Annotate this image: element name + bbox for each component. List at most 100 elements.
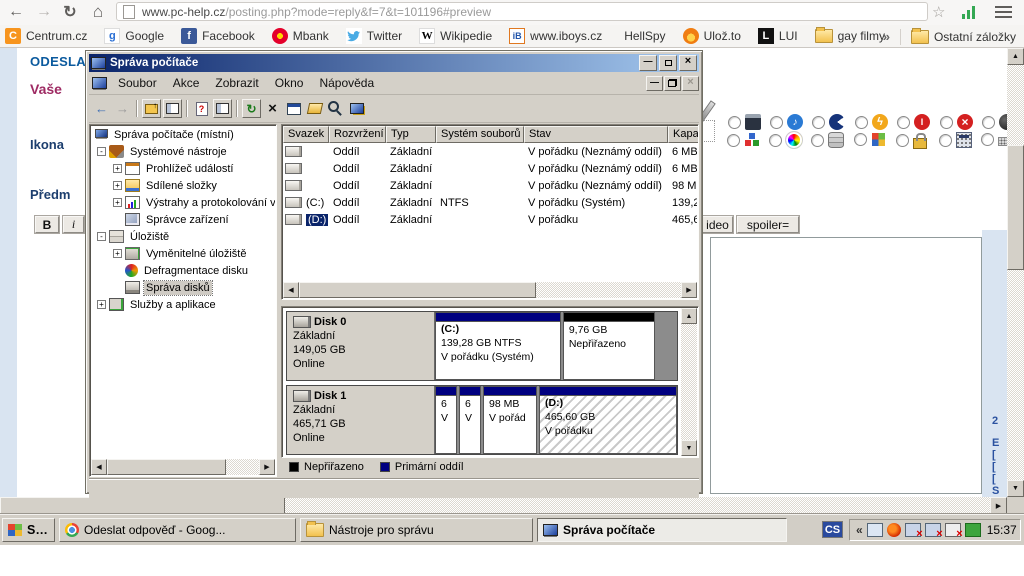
menu-akce[interactable]: Akce — [165, 74, 208, 92]
disk1-info[interactable]: Disk 1 Základní 465,71 GB Online — [287, 386, 435, 454]
bookmark-gay-filmy[interactable]: gay filmy — [815, 29, 885, 43]
bookmarks-overflow-chevron[interactable]: » — [883, 29, 890, 44]
table-row-selected[interactable]: (D:) Oddíl Základní V pořádku 465,60 — [283, 211, 697, 228]
open-folder-icon[interactable] — [305, 99, 324, 118]
bookmark-lui[interactable]: LLUI — [758, 28, 798, 44]
properties-icon[interactable] — [284, 99, 303, 118]
bookmark-facebook[interactable]: fFacebook — [181, 28, 255, 44]
task-computer-management[interactable]: Správa počítače — [537, 518, 787, 542]
back-icon[interactable]: ← — [4, 1, 28, 23]
bookmark-google[interactable]: gGoogle — [104, 28, 164, 44]
scroll-right-icon[interactable]: ▶ — [259, 459, 275, 475]
scroll-left-icon[interactable]: ◀ — [91, 459, 107, 475]
radio-button[interactable] — [981, 133, 994, 146]
tree-item-services[interactable]: +Služby a aplikace — [91, 296, 275, 313]
help-sheet-icon[interactable] — [192, 99, 211, 118]
tree-item-computer-management[interactable]: Správa počítače (místní) — [91, 126, 275, 143]
radio-button[interactable] — [896, 134, 909, 147]
partition-d-selected[interactable]: (D:) 465,60 GB V pořádku — [539, 386, 677, 454]
video-button[interactable]: ideo — [702, 216, 733, 233]
post-icon-option[interactable] — [728, 114, 761, 130]
scroll-up-icon[interactable]: ▲ — [1007, 48, 1024, 65]
radio-button[interactable] — [854, 133, 867, 146]
extension-bars-icon[interactable] — [962, 6, 978, 19]
start-button[interactable]: Start — [2, 518, 55, 542]
post-icon-option[interactable] — [727, 132, 760, 148]
message-textarea[interactable] — [710, 237, 982, 494]
radio-button[interactable] — [940, 116, 953, 129]
scroll-right-icon[interactable]: ▶ — [990, 497, 1007, 514]
post-icon-option[interactable] — [770, 114, 803, 130]
home-icon[interactable]: ⌂ — [86, 1, 110, 23]
post-icon-option[interactable] — [897, 114, 930, 130]
radio-button[interactable] — [812, 116, 825, 129]
radio-button[interactable] — [982, 116, 995, 129]
antivirus-icon[interactable] — [887, 523, 901, 537]
post-icon-option[interactable] — [854, 132, 886, 147]
child-close-button[interactable]: × — [682, 76, 699, 91]
other-bookmarks-label[interactable]: Ostatní záložky — [934, 30, 1016, 44]
bookmark-centrum[interactable]: CCentrum.cz — [5, 28, 87, 44]
show-tree-button[interactable] — [163, 99, 182, 118]
pane-view-button[interactable] — [213, 99, 232, 118]
manage-icon[interactable] — [347, 99, 366, 118]
task-browser[interactable]: Odeslat odpověď - Goog... — [59, 518, 296, 542]
column-stav[interactable]: Stav — [524, 126, 668, 143]
minimize-button[interactable]: — — [639, 55, 657, 71]
updater-icon[interactable] — [965, 523, 981, 537]
maximize-button[interactable] — [659, 55, 677, 71]
partition-small-1[interactable]: 6 V — [435, 386, 457, 454]
table-row[interactable]: Oddíl Základní V pořádku (Neznámý oddíl)… — [283, 160, 697, 177]
post-icon-option[interactable] — [896, 132, 927, 149]
tray-expand-chevron[interactable]: « — [856, 523, 863, 537]
bold-button[interactable]: B — [35, 216, 59, 233]
scrollbar-track[interactable] — [107, 459, 259, 475]
task-admin-tools[interactable]: Nástroje pro správu — [300, 518, 533, 542]
radio-button[interactable] — [855, 116, 868, 129]
collapse-icon[interactable]: - — [97, 232, 106, 241]
forward-icon[interactable]: → — [32, 1, 56, 23]
scroll-right-icon[interactable]: ▶ — [681, 282, 697, 298]
tree-item-defragmenter[interactable]: Defragmentace disku — [91, 262, 275, 279]
bookmark-star-icon[interactable]: ☆ — [932, 3, 945, 21]
tree-item-system-tools[interactable]: -Systémové nástroje — [91, 143, 275, 160]
bookmark-ulozto[interactable]: Ulož.to — [683, 28, 741, 44]
column-rozvrzeni[interactable]: Rozvržení — [329, 126, 386, 143]
search-icon[interactable] — [326, 99, 345, 118]
horizontal-scrollbar-thumb[interactable] — [0, 497, 285, 514]
close-button[interactable]: × — [679, 55, 697, 71]
vertical-scrollbar[interactable]: ▲ ▼ — [1007, 48, 1024, 497]
menu-icon[interactable] — [995, 6, 1012, 19]
reload-icon[interactable]: ↻ — [58, 1, 82, 23]
post-icon-option[interactable] — [812, 114, 845, 130]
refresh-button[interactable] — [242, 99, 261, 118]
column-kapacita[interactable]: Kapacit — [668, 126, 699, 143]
scrollbar-thumb[interactable] — [107, 459, 226, 475]
partition-small-2[interactable]: 6 V — [459, 386, 481, 454]
radio-button[interactable] — [728, 116, 741, 129]
post-icon-option[interactable] — [811, 132, 844, 148]
network-disconnected-icon[interactable] — [925, 523, 941, 537]
scrollbar-track[interactable] — [299, 282, 681, 298]
tree-item-removable-storage[interactable]: +Vyměnitelné úložiště — [91, 245, 275, 262]
scroll-up-icon[interactable]: ▲ — [681, 308, 697, 324]
bookmark-iboys[interactable]: iBwww.iboys.cz — [509, 28, 602, 44]
menu-zobrazit[interactable]: Zobrazit — [207, 74, 266, 92]
post-icon-option[interactable] — [939, 132, 972, 148]
scroll-left-icon[interactable]: ◀ — [283, 282, 299, 298]
bookmark-wikipedie[interactable]: WWikipedie — [419, 28, 492, 44]
tree-item-disk-management[interactable]: Správa disků — [91, 279, 275, 296]
post-icon-option[interactable] — [769, 132, 802, 148]
expand-icon[interactable]: + — [97, 300, 106, 309]
menu-napoveda[interactable]: Nápověda — [311, 74, 382, 92]
child-restore-button[interactable] — [664, 76, 681, 91]
collapse-icon[interactable]: - — [97, 147, 106, 156]
back-icon[interactable] — [92, 99, 111, 118]
post-icon-option[interactable] — [855, 114, 888, 130]
network-disconnected-icon[interactable] — [905, 523, 921, 537]
tree-item-shared-folders[interactable]: +Sdílené složky — [91, 177, 275, 194]
title-bar[interactable]: Správa počítače — × — [89, 54, 699, 72]
expand-icon[interactable]: + — [113, 249, 122, 258]
table-row[interactable]: Oddíl Základní V pořádku (Neznámý oddíl)… — [283, 143, 697, 160]
list-horizontal-scrollbar[interactable]: ◀ ▶ — [283, 282, 697, 298]
